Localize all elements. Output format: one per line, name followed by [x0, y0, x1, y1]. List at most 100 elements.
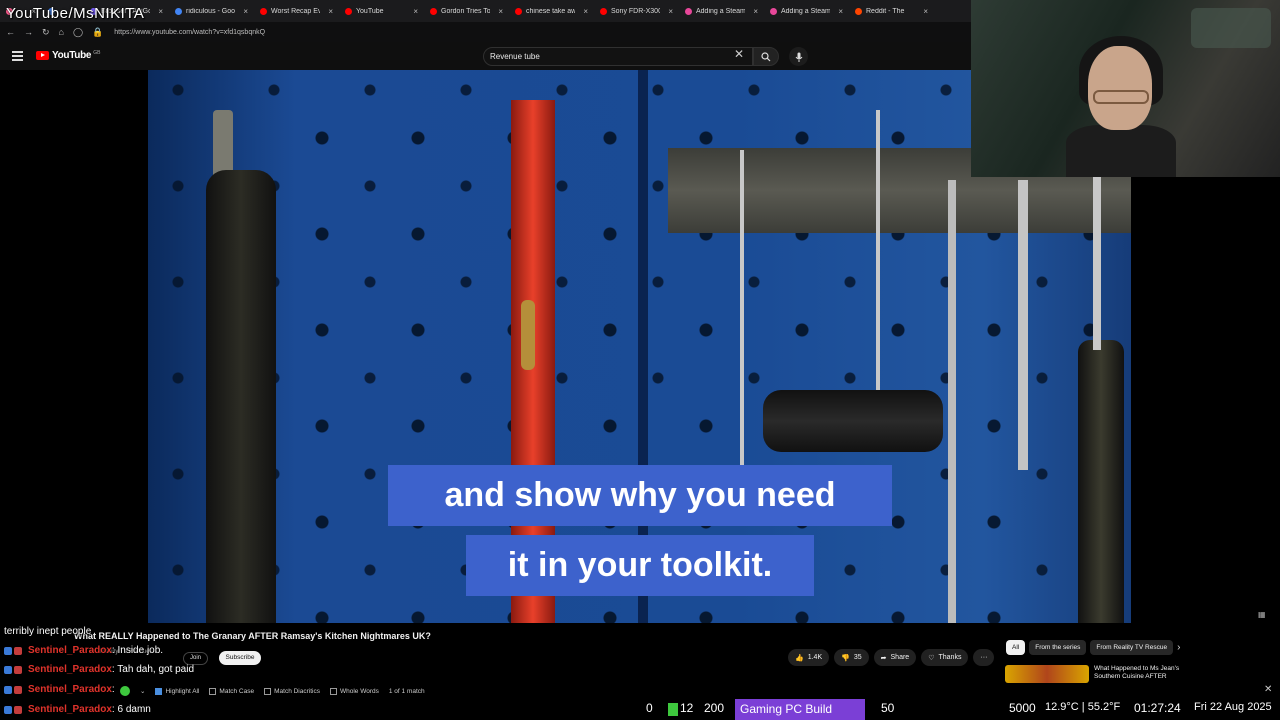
voice-search-button[interactable]	[789, 47, 808, 66]
tab-favicon-icon	[430, 7, 437, 15]
recommendation-thumbnail[interactable]	[1005, 665, 1089, 683]
chip-from-channel[interactable]: From Reality TV Rescue	[1090, 640, 1174, 655]
search-input[interactable]: Revenue tube	[483, 47, 753, 66]
video-title: What REALLY Happened to The Granary AFTE…	[74, 631, 431, 641]
resize-icon[interactable]: ▦	[1258, 610, 1266, 619]
chat-badge-icon	[14, 646, 22, 655]
youtube-logo-text: YouTube	[52, 50, 92, 61]
tab-label: Gordon Tries To	[441, 7, 491, 15]
browser-tab-strip: × × Browser - AniGo × ridiculous - Goog × Wors…	[0, 0, 975, 22]
like-button[interactable]: 👍 1.4K	[788, 649, 830, 666]
browser-tab[interactable]: Sony FDR-X3000 ×	[594, 0, 679, 22]
clock-date: Fri 22 Aug 2025	[1194, 701, 1272, 713]
tab-label: YouTube	[356, 7, 384, 15]
tab-label: ridiculous - Goog	[186, 7, 236, 15]
close-find-bar-icon[interactable]: ✕	[1264, 684, 1272, 695]
tab-favicon-icon	[260, 7, 267, 15]
tab-label: Reddit - The	[866, 7, 905, 15]
close-tab-icon[interactable]: ×	[498, 7, 503, 16]
address-bar: ← → ↻ ⌂ ◯ 🔒 https://www.youtube.com/watc…	[0, 22, 975, 42]
close-tab-icon[interactable]: ×	[583, 7, 588, 16]
tab-label: Sony FDR-X3000	[611, 7, 661, 15]
chat-message: Sentinel_Paradox:	[4, 684, 115, 695]
thanks-button[interactable]: ♡ Thanks	[921, 649, 969, 666]
forward-icon[interactable]: →	[24, 27, 33, 37]
browser-tab[interactable]: Reddit - The ×	[849, 0, 934, 22]
browser-tab[interactable]: Worst Recap Eve ×	[254, 0, 339, 22]
shield-icon[interactable]: ◯	[73, 27, 83, 38]
chip-from-series[interactable]: From the series	[1029, 640, 1087, 655]
video-actions: 👍 1.4K 👎 35 ➦ Share ♡ Thanks ···	[788, 649, 995, 666]
chat-message: Sentinel_Paradox: 6 damn	[4, 704, 151, 715]
thumbs-up-icon: 👍	[795, 654, 804, 662]
close-tab-icon[interactable]: ×	[328, 7, 333, 16]
close-tab-icon[interactable]: ×	[158, 7, 163, 16]
highlight-all-checkbox[interactable]: Highlight All	[155, 687, 199, 695]
lock-icon: 🔒	[92, 26, 104, 37]
close-tab-icon[interactable]: ×	[923, 7, 928, 16]
chat-badge-icon	[14, 705, 22, 714]
close-tab-icon[interactable]: ×	[413, 7, 418, 16]
home-icon[interactable]: ⌂	[59, 27, 64, 37]
chat-badge-icon	[14, 665, 22, 674]
chat-badge-icon	[4, 665, 12, 674]
chat-message: Sentinel_Paradox: Tah dah, got paid	[4, 664, 194, 675]
tab-favicon-icon	[515, 7, 522, 15]
chat-badge-icon	[14, 685, 22, 694]
more-actions-button[interactable]: ···	[973, 649, 995, 666]
scene-name: Gaming PC Build	[735, 699, 865, 720]
chevron-right-icon[interactable]: ›	[1177, 640, 1180, 655]
search-icon	[761, 51, 771, 61]
thumbs-down-icon: 👎	[841, 654, 850, 662]
browser-tab[interactable]: ridiculous - Goog ×	[169, 0, 254, 22]
back-icon[interactable]: ←	[6, 27, 15, 37]
chat-badge-icon	[4, 685, 12, 694]
match-case-checkbox[interactable]: Match Case	[209, 687, 254, 695]
clear-search-icon[interactable]: ✕	[734, 47, 744, 61]
status-indicator	[668, 703, 678, 716]
browser-tab[interactable]: Adding a Steam ×	[679, 0, 764, 22]
share-button[interactable]: ➦ Share	[873, 649, 917, 666]
channel-handle-overlay: YouTube/MsNIKITA	[6, 5, 145, 22]
browser-tab[interactable]: Gordon Tries To ×	[424, 0, 509, 22]
chip-all[interactable]: All	[1006, 640, 1026, 655]
screwdriver-handle	[1078, 340, 1124, 623]
chat-message: terribly inept people	[4, 626, 92, 637]
whole-words-checkbox[interactable]: Whole Words	[329, 687, 379, 695]
thanks-icon: ♡	[928, 654, 935, 662]
streamer-face	[1088, 46, 1152, 130]
youtube-logo[interactable]: YouTube GB	[36, 50, 100, 61]
find-next-icon[interactable]	[120, 686, 130, 696]
status-value: 200	[704, 701, 725, 715]
browser-tab[interactable]: chinese take awa ×	[509, 0, 594, 22]
recommendation-title[interactable]: What Happened to Ms Jean's Southern Cuis…	[1094, 665, 1204, 681]
close-tab-icon[interactable]: ×	[668, 7, 673, 16]
tab-label: Worst Recap Eve	[271, 7, 321, 15]
clock-time: 01:27:24	[1134, 701, 1181, 715]
match-diacritics-checkbox[interactable]: Match Diacritics	[264, 687, 320, 695]
close-tab-icon[interactable]: ×	[838, 7, 843, 16]
close-tab-icon[interactable]: ×	[753, 7, 758, 16]
t-handle-tool	[763, 390, 943, 452]
url-field[interactable]: https://www.youtube.com/watch?v=xfd1qsbq…	[114, 29, 265, 36]
tab-favicon-icon	[345, 7, 352, 15]
region-code: GB	[93, 49, 101, 56]
browser-tab[interactable]: Adding a Steam ×	[764, 0, 849, 22]
chat-badge-icon	[4, 646, 12, 655]
webcam-overlay	[971, 0, 1280, 177]
browser-tab[interactable]: YouTube ×	[339, 0, 424, 22]
youtube-play-icon	[36, 51, 49, 60]
find-result-count: 1 of 1 match	[388, 687, 425, 695]
find-options-icon[interactable]: ⌄	[140, 687, 145, 695]
subscribe-button[interactable]: Subscribe	[219, 651, 261, 665]
reload-icon[interactable]: ↻	[42, 27, 50, 38]
youtube-header: YouTube GB Revenue tube ✕	[0, 42, 975, 70]
close-tab-icon[interactable]: ×	[243, 7, 248, 16]
dislike-button[interactable]: 👎 35	[834, 649, 869, 666]
caption-line-2: it in your toolkit.	[466, 535, 814, 596]
menu-icon[interactable]	[12, 51, 23, 61]
recommendation-chips: All From the series From Reality TV Resc…	[1006, 640, 1180, 655]
tab-favicon-icon	[175, 7, 182, 15]
status-value: 50	[881, 701, 895, 715]
search-button[interactable]	[753, 47, 779, 66]
